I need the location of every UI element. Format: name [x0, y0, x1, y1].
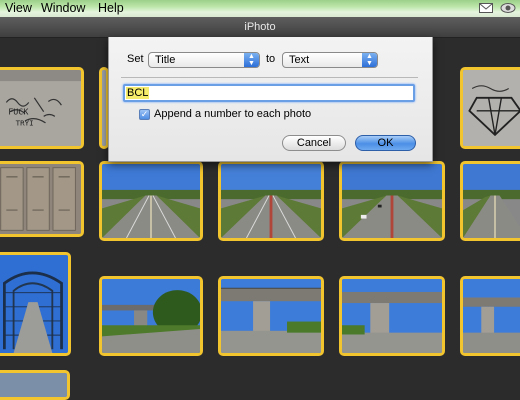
popup-arrows-icon: ▲ ▼ [362, 53, 377, 67]
append-number-checkbox[interactable]: ✓ [139, 109, 150, 120]
photo-thumbnail[interactable] [460, 276, 520, 356]
menu-view[interactable]: View [5, 1, 32, 15]
photo-thumbnail[interactable] [460, 67, 520, 149]
photo-thumbnail[interactable]: FUCK TRYI [0, 67, 84, 149]
menu-help[interactable]: Help [98, 1, 124, 15]
menu-window[interactable]: Window [41, 1, 85, 15]
photo-thumbnail[interactable] [460, 161, 520, 241]
to-label: to [266, 53, 276, 65]
type-popup[interactable]: Text ▲ ▼ [282, 52, 378, 68]
append-number-label: Append a number to each photo [154, 108, 312, 120]
title-text-value: BCL [126, 87, 150, 99]
window-title-bar: iPhoto [0, 17, 520, 38]
svg-text:FUCK: FUCK [8, 107, 28, 117]
photo-thumbnail[interactable] [0, 252, 71, 356]
photo-thumbnail[interactable] [99, 276, 203, 356]
field-popup[interactable]: Title ▲ ▼ [148, 52, 260, 68]
batch-change-sheet: Set Title ▲ ▼ to Text ▲ ▼ BCL ✓ Append a n… [108, 37, 433, 162]
photo-thumbnail[interactable] [339, 276, 445, 356]
photo-thumbnail[interactable] [99, 161, 203, 241]
separator [121, 77, 418, 78]
popup-arrows-icon: ▲ ▼ [244, 53, 259, 67]
menu-bar: View Window Help [0, 0, 520, 17]
title-text-field[interactable]: BCL [123, 84, 415, 102]
ok-button[interactable]: OK [355, 135, 416, 151]
photo-thumbnail[interactable] [218, 276, 324, 356]
mail-icon[interactable] [479, 1, 493, 14]
window-title: iPhoto [244, 21, 276, 33]
photo-thumbnail[interactable] [339, 161, 445, 241]
set-label: Set [127, 53, 144, 65]
type-popup-value: Text [289, 54, 310, 66]
ok-button-label: OK [377, 137, 394, 149]
photo-thumbnail[interactable] [0, 370, 70, 400]
photo-thumbnail[interactable] [0, 161, 84, 237]
cancel-button[interactable]: Cancel [282, 135, 346, 151]
cancel-button-label: Cancel [296, 137, 332, 149]
eye-icon[interactable] [500, 1, 516, 14]
photo-thumbnail[interactable] [218, 161, 324, 241]
field-popup-value: Title [155, 54, 176, 66]
svg-text:TRYI: TRYI [16, 119, 34, 128]
